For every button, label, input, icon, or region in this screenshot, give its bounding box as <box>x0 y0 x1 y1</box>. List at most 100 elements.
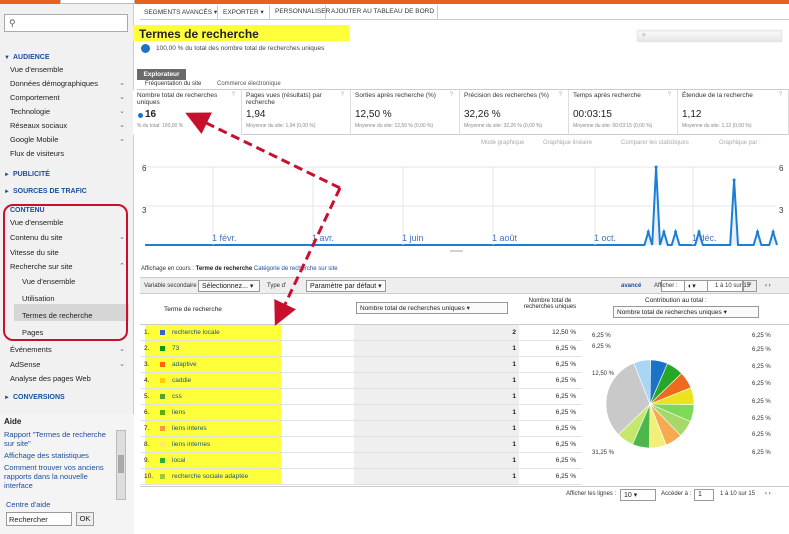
export-button[interactable]: EXPORTER ▾ <box>223 8 264 16</box>
row-term-link[interactable]: 73 <box>172 345 179 352</box>
sidebar-item-audience[interactable]: Vue d'ensemble <box>10 65 63 74</box>
y-tick-left-6: 6 <box>142 164 147 173</box>
x-tick-label: 1 août <box>492 233 518 243</box>
metric-tile[interactable]: Étendue de la recherche 1,12 Moyenne du si… <box>678 90 789 135</box>
sidebar-item-other[interactable]: Analyse des pages Web <box>10 374 91 383</box>
contrib-select[interactable]: Nombre total de recherches uniques ▾ <box>613 306 759 318</box>
metric-tile[interactable]: Pages vues (résultats) par recherche 1,94… <box>242 90 351 135</box>
help-icon[interactable]: ? <box>341 92 344 98</box>
data-point <box>771 230 775 234</box>
subtab-commerce[interactable]: Commerce électronique <box>217 81 281 87</box>
help-ok-button[interactable]: OK <box>76 512 94 526</box>
sidebar-item-audience[interactable]: Comportement <box>10 93 60 102</box>
help-icon[interactable]: ? <box>559 92 562 98</box>
chart-mode-option[interactable]: Mode graphique <box>481 140 524 146</box>
metric-sub: % du total: 100,00 % <box>137 123 184 129</box>
row-term-link[interactable]: liens <box>172 409 185 416</box>
help-icon[interactable]: ? <box>450 92 453 98</box>
date-range-picker[interactable]: ▾ <box>637 30 782 42</box>
sidebar-item-other[interactable]: Événements <box>10 345 52 354</box>
table-row[interactable]: 2. 73 1 6,25 % <box>140 341 582 357</box>
display-select[interactable]: ◐▾ <box>684 280 708 292</box>
tab-explorateur[interactable]: Explorateur <box>137 69 186 80</box>
sidebar-item-audience[interactable]: Technologie <box>10 107 50 116</box>
chevron-down-icon: ⌄ <box>119 122 125 129</box>
metric-tile[interactable]: Sorties après recherche (%) 12,50 % Moyenn… <box>351 90 460 135</box>
row-number: 3. <box>144 361 150 368</box>
row-term-link[interactable]: caddie <box>172 377 191 384</box>
table-row[interactable]: 8. liens internes 1 6,25 % <box>140 437 582 453</box>
help-scrollbar[interactable] <box>116 430 126 500</box>
sidebar-search-input[interactable]: ⚲ <box>4 14 128 32</box>
help-icon[interactable]: ? <box>779 92 782 98</box>
sidebar-item-other[interactable]: AdSense <box>10 360 40 369</box>
metric-tile[interactable]: Nombre total de recherches uniques 16 % du… <box>133 90 242 135</box>
row-term-link[interactable]: recherche sociale adaptée <box>172 473 248 480</box>
section-audience[interactable]: ▼ AUDIENCE <box>4 54 50 61</box>
sidebar-item-contenu[interactable]: Contenu du site <box>10 233 63 242</box>
secondary-label: Variable secondaire : <box>144 283 200 289</box>
customize-button[interactable]: PERSONNALISER <box>275 8 330 15</box>
sidebar-item-contenu[interactable]: Vitesse du site <box>10 248 59 257</box>
sidebar-item-recherche[interactable]: Pages <box>22 328 43 337</box>
section-conversions[interactable]: ► CONVERSIONS <box>4 394 65 401</box>
table-row[interactable]: 10. recherche sociale adaptée 1 6,25 % <box>140 469 582 485</box>
chart-line-option[interactable]: Graphique linéaire <box>543 140 592 146</box>
col-term-header[interactable]: Terme de recherche <box>164 306 222 313</box>
row-term-link[interactable]: liens interes <box>172 425 207 432</box>
row-term-link[interactable]: recherche locale <box>172 329 220 336</box>
section-sources[interactable]: ► SOURCES DE TRAFIC <box>4 188 87 195</box>
table-row[interactable]: 9. local 1 6,25 % <box>140 453 582 469</box>
pager-prev-next[interactable]: ‹ › <box>765 283 771 289</box>
metric-tile[interactable]: Précision des recherches (%) 32,26 % Moyen… <box>460 90 569 135</box>
type-select[interactable]: Paramètre par défaut ▾ <box>306 280 386 292</box>
subtab-frequentation[interactable]: Fréquentation du site <box>145 81 201 87</box>
y-tick-left-3: 3 <box>142 206 147 215</box>
context-link[interactable]: Catégorie de recherche sur site <box>254 266 338 272</box>
chart-by-option[interactable]: Graphique par : <box>719 140 761 146</box>
help-icon[interactable]: ? <box>232 92 235 98</box>
row-term-link[interactable]: adaptive <box>172 361 197 368</box>
table-row[interactable]: 1. recherche locale 2 12,50 % <box>140 325 582 341</box>
advanced-link[interactable]: avancé <box>621 283 641 289</box>
contribution-pie: 6,25 % 6,25 % 12,50 % 31,25 % 6,25 % 6,25 % 6,… <box>584 324 789 489</box>
help-center-link[interactable]: Centre d'aide <box>6 500 50 509</box>
sidebar-item-contenu[interactable]: Recherche sur site <box>10 262 73 271</box>
sidebar-item-recherche[interactable]: Termes de recherche <box>22 311 92 320</box>
footer-range: 1 à 10 sur 15 <box>720 491 756 497</box>
help-link-anciens[interactable]: Comment trouver vos anciens rapports dan… <box>4 463 108 490</box>
metric-tile[interactable]: Temps après recherche 00:03:15 Moyenne du … <box>569 90 678 135</box>
footer-pager[interactable]: ‹ › <box>765 491 771 497</box>
table-row[interactable]: 5. css 1 6,25 % <box>140 389 582 405</box>
sidebar-item-audience[interactable]: Données démographiques <box>10 79 98 88</box>
segments-button[interactable]: SEGMENTS AVANCÉS ▾ <box>144 8 217 16</box>
table-row[interactable]: 4. caddie 1 6,25 % <box>140 373 582 389</box>
help-search-input[interactable]: Rechercher <box>6 512 72 526</box>
sidebar-item-recherche[interactable]: Vue d'ensemble <box>22 277 75 286</box>
chart-resize-handle[interactable]: ═══ <box>450 249 468 255</box>
help-link-affichage[interactable]: Affichage des statistiques <box>4 451 108 460</box>
secondary-select[interactable]: Sélectionnez... ▾ <box>198 280 260 292</box>
row-term-link[interactable]: local <box>172 457 185 464</box>
sidebar-item-audience[interactable]: Réseaux sociaux <box>10 121 67 130</box>
goto-input[interactable]: 1 <box>694 489 714 501</box>
sidebar-item-contenu[interactable]: Vue d'ensemble <box>10 218 63 227</box>
section-publicite[interactable]: ► PUBLICITÉ <box>4 171 50 178</box>
rows-select[interactable]: 10 ▾ <box>620 489 656 501</box>
add-dashboard-button[interactable]: AJOUTER AU TABLEAU DE BORD <box>331 8 434 15</box>
sidebar-item-audience[interactable]: Google Mobile <box>10 135 58 144</box>
help-link-rapport[interactable]: Rapport "Termes de recherche sur site" <box>4 430 108 448</box>
row-number: 7. <box>144 425 150 432</box>
row-term-link[interactable]: liens internes <box>172 441 210 448</box>
metric-select[interactable]: Nombre total de recherches uniques ▾ <box>356 302 508 314</box>
scroll-thumb[interactable] <box>118 455 124 473</box>
table-row[interactable]: 3. adaptive 1 6,25 % <box>140 357 582 373</box>
row-term-link[interactable]: css <box>172 393 182 400</box>
sidebar-item-recherche[interactable]: Utilisation <box>22 294 55 303</box>
sidebar-item-audience[interactable]: Flux de visiteurs <box>10 149 64 158</box>
compare-metrics-option[interactable]: Comparer les statistiques <box>621 140 689 146</box>
col-metric-header[interactable]: Nombre total de recherches uniques <box>522 298 578 310</box>
help-icon[interactable]: ? <box>668 92 671 98</box>
table-row[interactable]: 6. liens 1 6,25 % <box>140 405 582 421</box>
table-row[interactable]: 7. liens interes 1 6,25 % <box>140 421 582 437</box>
